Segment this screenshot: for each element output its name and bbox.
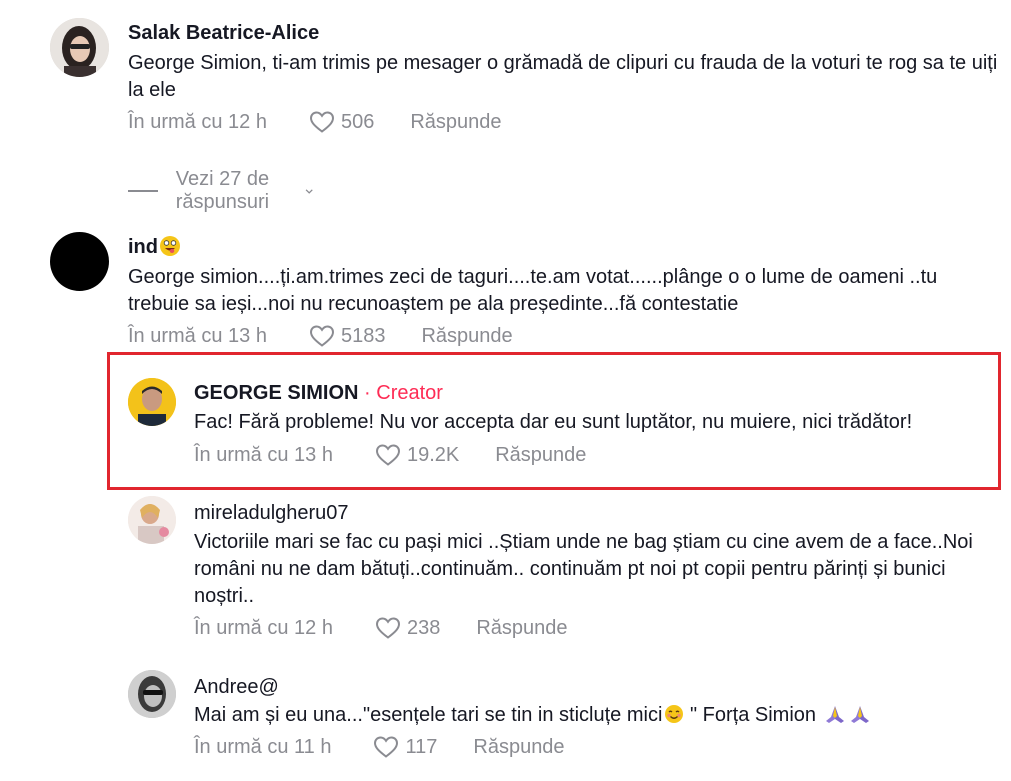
- like-button[interactable]: 5183: [309, 324, 386, 348]
- reply-time: În urmă cu 13 h: [194, 443, 333, 466]
- folded-hands-emoji-icon: [849, 704, 870, 724]
- heart-outline-icon: [374, 736, 399, 758]
- reply-time: În urmă cu 12 h: [194, 616, 333, 639]
- heart-outline-icon: [375, 617, 400, 639]
- reply-button[interactable]: Răspunde: [410, 111, 501, 134]
- reply-text: Victoriile mari se fac cu pași mici ..Șt…: [194, 531, 973, 607]
- reply-username[interactable]: Andree@: [194, 676, 279, 699]
- reply-button[interactable]: Răspunde: [476, 617, 567, 640]
- like-count: 238: [406, 616, 441, 639]
- like-button[interactable]: 117: [373, 735, 437, 759]
- like-count: 506: [340, 110, 375, 133]
- avatar[interactable]: [50, 232, 109, 291]
- reply-button[interactable]: Răspunde: [495, 444, 586, 467]
- comment-time: În urmă cu 13 h: [128, 324, 267, 347]
- view-replies-button[interactable]: Vezi 27 de răspunsuri: [128, 168, 315, 214]
- reply-text-part-1: Mai am și eu una..."esențele tari se tin…: [194, 704, 663, 726]
- folded-hands-emoji-icon: [824, 704, 844, 724]
- creator-badge: · Creator: [364, 382, 443, 404]
- reply-button[interactable]: Răspunde: [421, 325, 512, 348]
- like-count: 117: [405, 735, 438, 758]
- avatar[interactable]: [50, 18, 109, 77]
- comment-text: George simion....ți.am.trimes zeci de ta…: [128, 266, 938, 315]
- reply-meta: În urmă cu 12 h 238 Răspunde: [194, 616, 568, 640]
- comment-meta: În urmă cu 12 h 506 Răspunde: [128, 110, 502, 134]
- username-text: ind: [128, 236, 158, 258]
- comment-text: George Simion, ti-am trimis pe mesager o…: [128, 52, 998, 101]
- comment-time: În urmă cu 12 h: [128, 110, 267, 133]
- divider-line: [128, 190, 158, 192]
- heart-outline-icon: [309, 325, 334, 347]
- heart-outline-icon: [309, 111, 334, 133]
- comment-meta: În urmă cu 13 h 5183 Răspunde: [128, 324, 513, 348]
- reply-username[interactable]: mireladulgheru07: [194, 502, 349, 525]
- crazy-face-emoji-icon: [160, 236, 180, 256]
- reply-button[interactable]: Răspunde: [473, 736, 564, 759]
- like-count: 5183: [340, 324, 386, 347]
- reply-meta: În urmă cu 11 h 117 Răspunde: [194, 735, 565, 759]
- like-button[interactable]: 19.2K: [375, 443, 459, 467]
- view-replies-label: Vezi 27 de răspunsuri: [175, 168, 270, 213]
- avatar[interactable]: [128, 378, 176, 426]
- like-count: 19.2K: [406, 443, 460, 466]
- reply-meta: În urmă cu 13 h 19.2K Răspunde: [194, 443, 586, 467]
- avatar[interactable]: [128, 670, 176, 718]
- reply-text-part-2: " Forța Simion: [684, 704, 822, 726]
- chevron-down-icon: [305, 189, 313, 194]
- avatar[interactable]: [128, 496, 176, 544]
- reply-time: În urmă cu 11 h: [194, 735, 332, 758]
- reply-text: Fac! Fără probleme! Nu vor accepta dar e…: [194, 411, 913, 433]
- username-text: GEORGE SIMION: [194, 382, 359, 404]
- reply-username[interactable]: GEORGE SIMION · Creator: [194, 382, 443, 405]
- comment-username[interactable]: Salak Beatrice-Alice: [128, 22, 319, 45]
- like-button[interactable]: 506: [309, 110, 374, 134]
- heart-outline-icon: [375, 444, 400, 466]
- like-button[interactable]: 238: [375, 616, 440, 640]
- reply-text: Mai am și eu una..."esențele tari se tin…: [194, 702, 994, 729]
- comment-username[interactable]: ind: [128, 236, 180, 259]
- smiling-face-emoji-icon: [664, 704, 684, 724]
